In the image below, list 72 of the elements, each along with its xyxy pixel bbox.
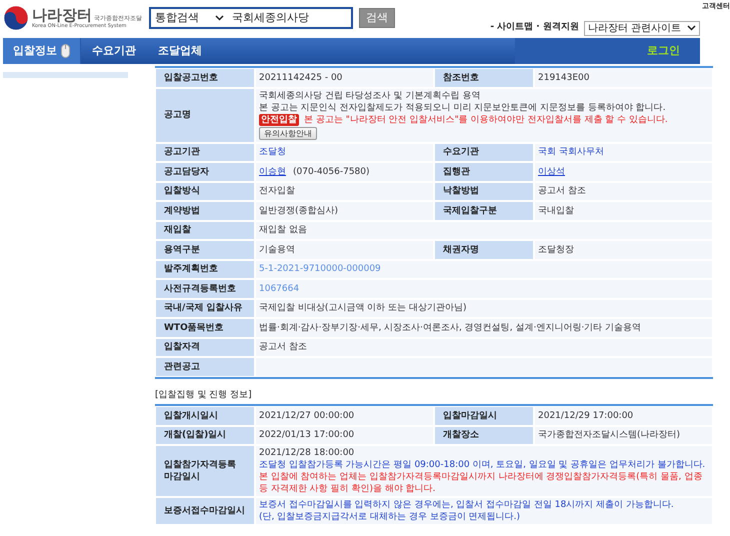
value-text: 조달청장 — [538, 244, 574, 256]
value-link[interactable]: (단, 입찰보증금지급각서로 대체하는 경우 보증금이 면제됩니다.) — [259, 511, 520, 523]
section-title: [입찰집행 및 진행 정보] — [155, 388, 253, 402]
value-link[interactable]: 이승현 — [259, 166, 286, 178]
value-text: 기술용역 — [259, 244, 295, 256]
top-link[interactable]: · 원격지원 — [536, 21, 579, 35]
field-label: 입찰공고번호 — [155, 68, 255, 88]
top-link[interactable]: - 사이트맵 — [490, 21, 534, 35]
nav-tab[interactable]: 입찰정보 — [3, 38, 81, 64]
value-text: 20211142425 - 00 — [259, 72, 342, 84]
value-text: 국가종합전자조달시스템(나라장터) — [538, 429, 680, 442]
value-text: 2021/12/28 18:00:00 — [259, 447, 354, 459]
search-category[interactable]: 통합검색 — [155, 10, 211, 26]
field-label: 집행관 — [434, 162, 534, 182]
login-button[interactable]: 로그인 — [647, 42, 680, 60]
field-label: WTO품목번호 — [155, 318, 255, 338]
field-label: 참조번호 — [434, 68, 534, 88]
field-label: 입찰방식 — [155, 182, 255, 201]
field-label: 낙찰방법 — [434, 182, 534, 201]
field-label: 공고명 — [155, 88, 255, 142]
field-label: 국제입찰구분 — [434, 201, 534, 220]
field-label: 채권자명 — [434, 240, 534, 260]
value-link[interactable]: 이상석 — [538, 166, 565, 178]
logo-icon — [3, 5, 29, 31]
value-text: 2021/12/27 00:00:00 — [259, 410, 354, 422]
field-label: 발주계획번호 — [155, 260, 255, 279]
value-text: 재입찰 없음 — [259, 224, 307, 236]
value-text: 법률·회계·감사·장부기장·세무, 시장조사·여론조사, 경영컨설팅, 설계·엔지니어링·기타 기술용역 — [259, 322, 642, 334]
field-label: 보증서접수마감일시 — [155, 497, 255, 525]
nav-tab[interactable]: 조달업체 — [147, 38, 213, 64]
field-label: 입찰개시일시 — [155, 406, 255, 426]
value-text: (070-4056-7580) — [293, 166, 370, 178]
warning-text: 본 공고는 "나라장터 안전 입찰서비스"를 이용하여야만 전자입찰서를 제출 할 수 있습니다. — [304, 114, 668, 126]
mouse-icon — [61, 44, 70, 58]
value-link[interactable]: 조달청 입찰참가등록 가능시간은 평일 09:00-18:00 이며, 토요일, 일요일 및 공휴일은 업무처리가 불가합니다. — [259, 459, 706, 471]
field-label: 입찰참가자격등록 마감일시 — [155, 445, 255, 497]
value-text: 본 공고는 지문인식 전자입찰제도가 적용되오니 미리 지문보안토큰에 지문정보를 등록하여야 합니다. — [259, 102, 666, 114]
value-text: 국내입찰 — [538, 204, 574, 217]
field-label: 용역구분 — [155, 240, 255, 260]
nav-tab[interactable]: 수요기관 — [81, 38, 147, 64]
chevron-down-icon — [687, 25, 696, 31]
value-text: 국제입찰 비대상(고시금액 이하 또는 대상기관아님) — [259, 302, 466, 314]
value-text: 2021/12/29 17:00:00 — [538, 410, 634, 422]
value-text: 219143E00 — [538, 72, 590, 84]
safe-bid-badge: 안전입찰 — [259, 114, 299, 126]
value-text: 전자입찰 — [259, 185, 295, 198]
search-field[interactable]: 통합검색 국회세종의사당 — [149, 7, 353, 29]
field-label: 재입찰 — [155, 220, 255, 240]
value-text: 공고서 참조 — [538, 185, 586, 198]
value-link[interactable]: 보증서 접수마감일시를 입력하지 않은 경우에는, 입찰서 접수마감일 전일 18시까지 제출이 가능합니다. — [259, 499, 674, 511]
field-label: 계약방법 — [155, 201, 255, 220]
value-text: 일반경쟁(종합심사) — [259, 204, 338, 217]
field-label: 공고담당자 — [155, 162, 255, 182]
search-value: 국회세종의사당 — [232, 10, 309, 26]
related-sites-select[interactable]: 나라장터 관련사이트 — [584, 20, 700, 36]
notice-guide-button[interactable]: 유의사항안내 — [259, 126, 317, 140]
field-label: 사전규격등록번호 — [155, 279, 255, 298]
warning-text: 본 입찰에 참여하는 업체는 입찰참가자격등록마감일시까지 나라장터에 경쟁입찰참가자격등록(특히 물품, 업종 등 자격제한 사항 필히 확인)을 해야 합니다. — [259, 471, 704, 495]
value-text: 공고서 참조 — [259, 341, 307, 354]
field-label: 공고기관 — [155, 142, 255, 162]
logo-title: 나라장터 — [32, 6, 92, 22]
value-text: 국회세종의사당 건립 타당성조사 및 기본계획수립 용역 — [259, 90, 480, 102]
chevron-down-icon — [215, 15, 224, 21]
field-label: 관련공고 — [155, 357, 255, 376]
field-label: 입찰마감일시 — [434, 406, 534, 426]
field-label: 개찰(입찰)일시 — [155, 426, 255, 445]
value-text: 2022/01/13 17:00:00 — [259, 429, 354, 442]
field-label: 국내/국제 입찰사유 — [155, 298, 255, 318]
field-label: 입찰자격 — [155, 338, 255, 357]
field-label: 개찰장소 — [434, 426, 534, 445]
field-label: 수요기관 — [434, 142, 534, 162]
value-link[interactable]: 조달청 — [259, 146, 286, 158]
